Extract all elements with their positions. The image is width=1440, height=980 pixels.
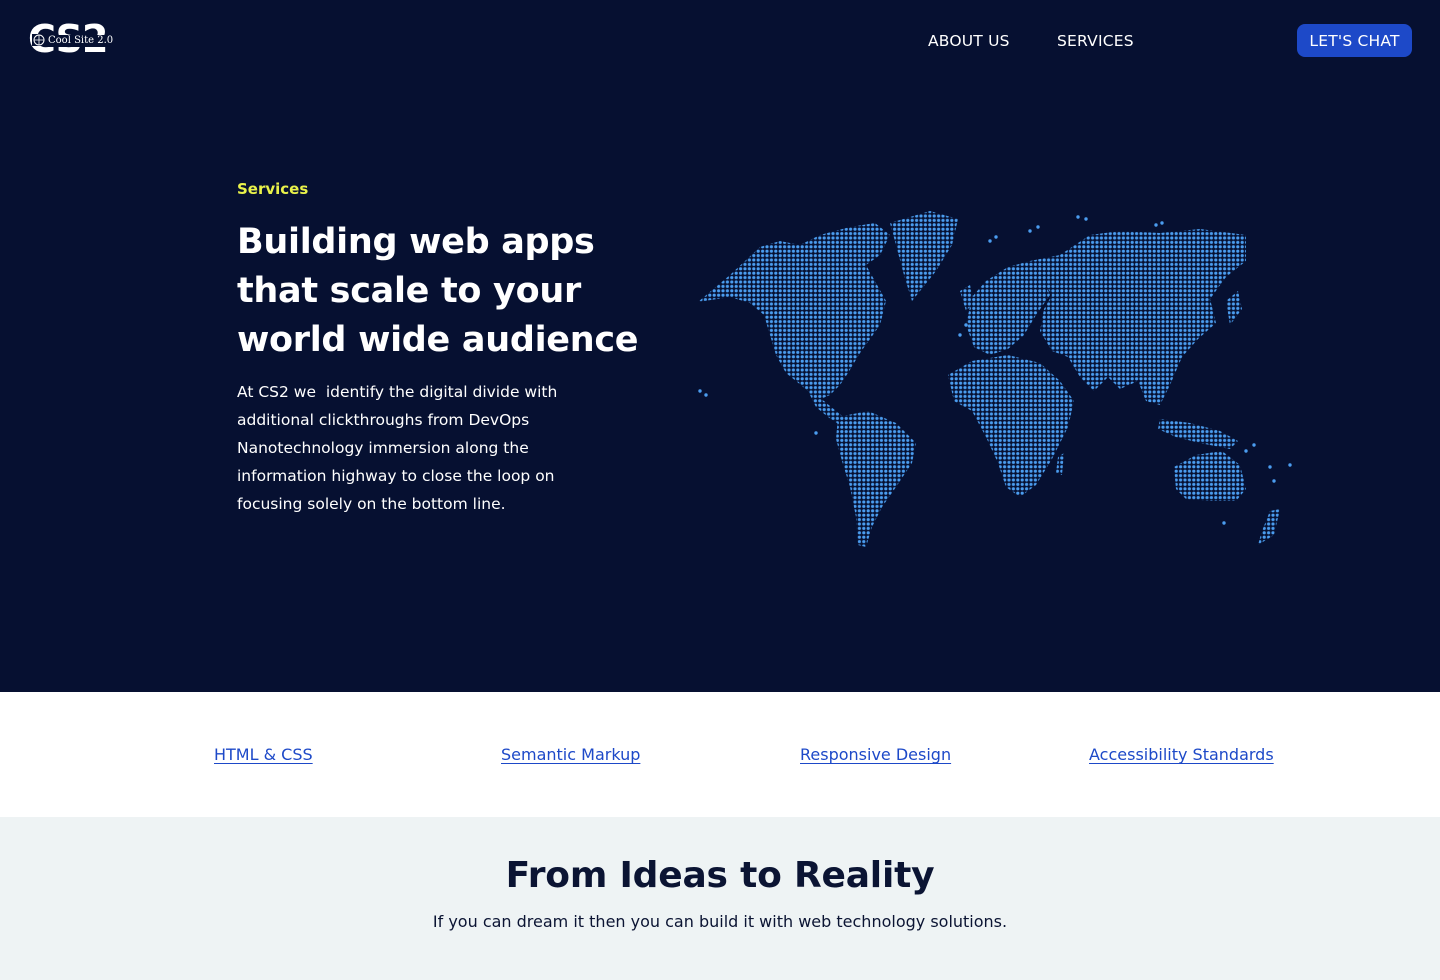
- section-subtitle: If you can dream it then you can build i…: [432, 912, 1008, 931]
- ideas-section: From Ideas to Reality If you can dream i…: [0, 817, 1440, 980]
- logo-subtext: Cool Site 2.0: [46, 35, 116, 47]
- world-map-illustration: [698, 211, 1292, 547]
- hero-eyebrow: Services: [237, 180, 309, 198]
- section-title: From Ideas to Reality: [505, 855, 935, 896]
- topics-bar: HTML & CSS Semantic Markup Responsive De…: [0, 692, 1440, 817]
- hero-section: CS2 Cool Site 2.0 ABOUT US SERVICES LET'…: [0, 0, 1440, 692]
- globe-icon: [32, 34, 46, 46]
- topic-link-html-css[interactable]: HTML & CSS: [214, 745, 313, 764]
- nav-services[interactable]: SERVICES: [1057, 32, 1134, 50]
- lets-chat-button[interactable]: LET'S CHAT: [1297, 24, 1412, 57]
- topic-link-responsive-design[interactable]: Responsive Design: [800, 745, 951, 764]
- topic-link-accessibility-standards[interactable]: Accessibility Standards: [1089, 745, 1274, 764]
- site-logo[interactable]: CS2 Cool Site 2.0: [28, 17, 116, 61]
- hero-body: At CS2 we identify the digital divide wi…: [237, 383, 563, 513]
- topic-link-semantic-markup[interactable]: Semantic Markup: [501, 745, 640, 764]
- hero-headline: Building web apps that scale to your wor…: [237, 222, 639, 360]
- main-nav: ABOUT US SERVICES LET'S CHAT: [928, 24, 1412, 57]
- nav-about-us[interactable]: ABOUT US: [928, 32, 1010, 50]
